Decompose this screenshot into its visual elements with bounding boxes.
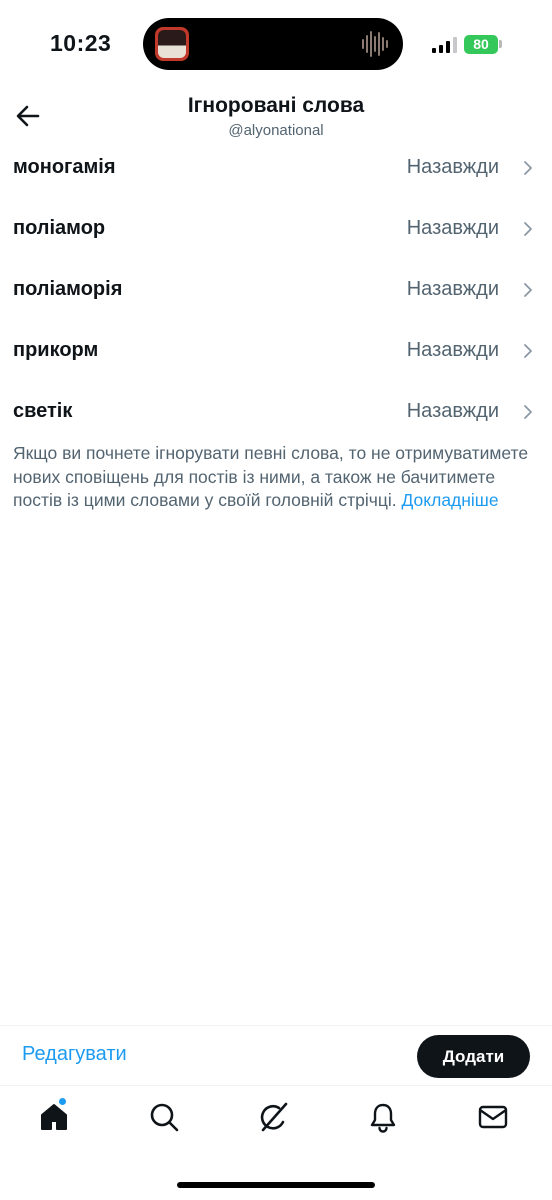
mute-duration: Назавжди xyxy=(406,217,499,239)
tab-notifications[interactable] xyxy=(367,1101,403,1137)
muted-word-row[interactable]: моногамія Назавжди xyxy=(0,137,552,198)
bottom-tab-bar xyxy=(0,1088,552,1158)
muted-words-list: моногамія Назавжди поліамор Назавжди пол… xyxy=(0,137,552,442)
soundwave-icon xyxy=(362,31,388,57)
muted-word-row[interactable]: поліаморія Назавжди xyxy=(0,259,552,320)
home-notification-dot xyxy=(58,1097,67,1106)
tab-search[interactable] xyxy=(148,1101,184,1137)
status-bar: 10:23 80 xyxy=(0,0,552,90)
signal-bars-icon xyxy=(432,37,457,53)
muted-word: поліаморія xyxy=(13,278,123,300)
action-bar: Редагувати Додати xyxy=(0,1025,552,1086)
mute-duration: Назавжди xyxy=(406,400,499,422)
messages-icon xyxy=(478,1105,508,1129)
muted-word: моногамія xyxy=(13,156,116,178)
home-indicator xyxy=(177,1182,375,1188)
search-icon xyxy=(150,1103,179,1132)
muted-word: прикорм xyxy=(13,339,99,361)
muted-word-row[interactable]: прикорм Назавжди xyxy=(0,320,552,381)
dynamic-island[interactable] xyxy=(143,18,403,70)
muted-words-info: Якщо ви почнете ігнорувати певні слова, … xyxy=(13,442,533,513)
battery-icon: 80 xyxy=(464,35,498,54)
home-icon xyxy=(41,1104,67,1130)
learn-more-link[interactable]: Докладніше xyxy=(401,490,498,510)
muted-word: поліамор xyxy=(13,217,106,239)
battery-nub xyxy=(499,40,502,48)
status-time: 10:23 xyxy=(50,30,112,56)
add-button[interactable]: Додати xyxy=(417,1035,530,1078)
chevron-right-icon xyxy=(524,404,532,419)
tab-grok[interactable] xyxy=(258,1101,294,1137)
tab-home[interactable] xyxy=(38,1097,74,1137)
muted-word-row[interactable]: поліамор Назавжди xyxy=(0,198,552,259)
chevron-right-icon xyxy=(524,343,532,358)
tab-messages[interactable] xyxy=(477,1101,513,1137)
mute-duration: Назавжди xyxy=(406,278,499,300)
muted-words-screen: 10:23 80 Ігноровані слова @alyonational … xyxy=(0,0,552,1200)
edit-button[interactable]: Редагувати xyxy=(22,1043,127,1066)
chevron-right-icon xyxy=(524,160,532,175)
now-playing-app-icon xyxy=(155,27,189,61)
notifications-icon xyxy=(370,1103,396,1133)
muted-word: светік xyxy=(13,400,73,422)
page-title: Ігноровані слова xyxy=(187,94,365,117)
muted-word-row[interactable]: светік Назавжди xyxy=(0,381,552,442)
chevron-right-icon xyxy=(524,282,532,297)
mute-duration: Назавжди xyxy=(406,339,499,361)
grok-icon xyxy=(260,1102,288,1132)
chevron-right-icon xyxy=(524,221,532,236)
mute-duration: Назавжди xyxy=(406,156,499,178)
